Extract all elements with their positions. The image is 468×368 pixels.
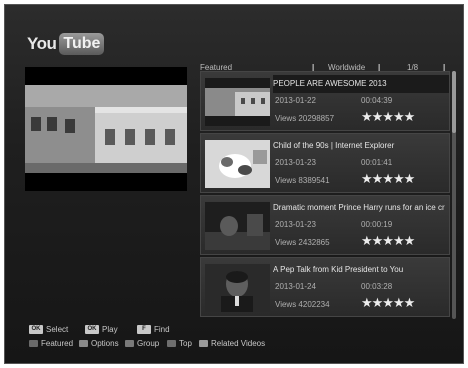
hint-play: OK Play: [85, 325, 118, 334]
video-thumbnail: [205, 140, 270, 188]
hint-label: Top: [179, 339, 192, 348]
video-duration: 00:00:19: [361, 220, 393, 229]
video-duration: 00:04:39: [361, 96, 393, 105]
hint-label: Play: [102, 325, 118, 334]
color-key-icon: [167, 340, 176, 347]
preview-image: [25, 67, 187, 191]
video-views: Views 2432865: [275, 238, 330, 247]
video-views: Views 4202234: [275, 300, 330, 309]
color-key-icon: [29, 340, 38, 347]
video-date: 2013-01-23: [275, 220, 316, 229]
video-preview[interactable]: [25, 67, 187, 191]
hint-top: Top: [167, 339, 192, 348]
hint-find: F Find: [137, 325, 170, 334]
hint-related-videos: Related Videos: [199, 339, 265, 348]
video-views: Views 8389541: [275, 176, 330, 185]
video-item[interactable]: PEOPLE ARE AWESOME 2013 2013-01-22 00:04…: [200, 71, 450, 131]
color-key-icon: [79, 340, 88, 347]
rating-stars: ★★★★★: [361, 109, 415, 124]
video-item[interactable]: Child of the 90s | Internet Explorer 201…: [200, 133, 450, 193]
ok-key-icon: OK: [29, 325, 43, 334]
hint-label: Featured: [41, 339, 74, 348]
color-key-icon: [125, 340, 134, 347]
video-title: A Pep Talk from Kid President to You: [273, 265, 404, 274]
video-thumbnail: [205, 264, 270, 312]
video-title: Dramatic moment Prince Harry runs for an…: [273, 203, 445, 212]
ok-key-icon: OK: [85, 325, 99, 334]
list-scrollbar[interactable]: [452, 71, 456, 319]
hint-label: Options: [91, 339, 119, 348]
hint-select: OK Select: [29, 325, 68, 334]
video-duration: 00:03:28: [361, 282, 393, 291]
logo-tube: Tube: [59, 33, 105, 55]
rating-stars: ★★★★★: [361, 295, 415, 310]
video-thumbnail: [205, 78, 270, 126]
hint-options: Options: [79, 339, 119, 348]
video-date: 2013-01-23: [275, 158, 316, 167]
youtube-app-screen: You Tube Featured | Worldwide | 1/8 | PE…: [4, 4, 464, 364]
video-item[interactable]: Dramatic moment Prince Harry runs for an…: [200, 195, 450, 255]
find-key-icon: F: [137, 325, 151, 334]
video-date: 2013-01-22: [275, 96, 316, 105]
scrollbar-thumb[interactable]: [452, 71, 456, 133]
video-views: Views 20298857: [275, 114, 335, 123]
hint-group: Group: [125, 339, 159, 348]
logo-you: You: [27, 34, 57, 53]
hint-label: Related Videos: [211, 339, 266, 348]
video-item[interactable]: A Pep Talk from Kid President to You 201…: [200, 257, 450, 317]
video-duration: 00:01:41: [361, 158, 393, 167]
hint-label: Select: [46, 325, 69, 334]
video-date: 2013-01-24: [275, 282, 316, 291]
video-title: PEOPLE ARE AWESOME 2013: [273, 75, 449, 93]
rating-stars: ★★★★★: [361, 233, 415, 248]
color-key-icon: [199, 340, 208, 347]
hint-featured: Featured: [29, 339, 73, 348]
youtube-logo: You Tube: [27, 33, 105, 55]
video-thumbnail: [205, 202, 270, 250]
video-title: Child of the 90s | Internet Explorer: [273, 141, 395, 150]
hint-label: Group: [137, 339, 160, 348]
hint-label: Find: [154, 325, 170, 334]
rating-stars: ★★★★★: [361, 171, 415, 186]
